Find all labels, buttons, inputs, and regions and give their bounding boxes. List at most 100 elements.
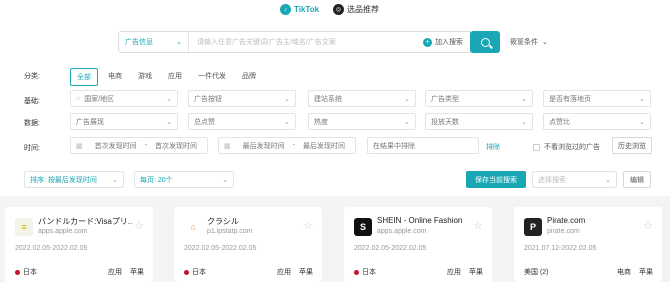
ad-button-select-label: 广告按钮 xyxy=(194,95,222,103)
site-system-select[interactable]: 建站系统 ⌄ xyxy=(308,90,416,107)
app-logo-icon: ⌂ xyxy=(184,218,202,236)
favorite-star-icon[interactable]: ☆ xyxy=(134,219,144,232)
search-input[interactable]: 请输入任意广告关键词/广告主/域名/广告文案 xyxy=(189,32,423,52)
search-row: 广告信息 ⌄ 请输入任意广告关键词/广告主/域名/广告文案 + 加入搜索 筱筐条… xyxy=(118,31,548,53)
product-selection-label: 选品推荐 xyxy=(347,5,380,14)
checkbox-box xyxy=(533,143,540,151)
saved-search-select[interactable]: 选择搜索 ⌄ xyxy=(532,171,617,188)
advanced-filter-toggle[interactable]: 筱筐条件 ⌄ xyxy=(510,37,548,47)
ad-domain: pirate.com xyxy=(547,228,580,235)
chevron-down-icon: ⌄ xyxy=(404,118,410,126)
ad-type-select[interactable]: 广告类型 ⌄ xyxy=(425,90,533,107)
last-seen-range[interactable]: ▦ 最后发现时间 - 最后发现时间 xyxy=(218,137,356,154)
search-type-select[interactable]: 广告信息 ⌄ xyxy=(119,32,189,52)
country-label: 日本 xyxy=(192,269,206,276)
chevron-down-icon: ⌄ xyxy=(639,95,645,103)
ad-card[interactable]: ⌂ クラシル p1.ipstatp.com ☆ 2022.02.05-2022.… xyxy=(174,207,322,282)
sort-select-label: 排序: 按最后发现时间 xyxy=(30,176,97,184)
favorite-star-icon[interactable]: ☆ xyxy=(643,219,653,232)
product-selection-tab[interactable]: ◎ 选品推荐 xyxy=(333,4,379,15)
category-tab-ecommerce[interactable]: 电商 xyxy=(102,68,128,86)
basic-label: 基础: xyxy=(24,98,40,105)
search-input-box: 广告信息 ⌄ 请输入任意广告关键词/广告主/域名/广告文案 + 加入搜索 xyxy=(118,31,472,53)
ad-country: 美国 (2) xyxy=(524,267,549,277)
category-tab-all[interactable]: 全部 xyxy=(70,68,98,86)
japan-flag-icon xyxy=(15,269,20,275)
save-search-button[interactable]: 保存当前搜索 xyxy=(466,171,526,188)
ad-card[interactable]: ≡ パンドルカード:Visaプリ... apps.apple.com ☆ 202… xyxy=(5,207,153,282)
impressions-select[interactable]: 广告展现 ⌄ xyxy=(70,113,178,130)
data-label: 数据: xyxy=(24,120,40,127)
exclude-input[interactable]: 在结果中排除 xyxy=(367,137,479,154)
calendar-icon: ▦ xyxy=(224,142,231,150)
chevron-down-icon: ⌄ xyxy=(639,118,645,126)
page-size-select[interactable]: 每页: 20个 ⌄ xyxy=(134,171,234,188)
ad-tag: 应用 xyxy=(108,269,122,276)
heat-select-label: 热度 xyxy=(314,118,328,126)
search-icon xyxy=(480,37,490,47)
ad-card[interactable]: P Pirate.com pirate.com ☆ 2021.07.12-202… xyxy=(514,207,662,282)
favorite-star-icon[interactable]: ☆ xyxy=(473,219,483,232)
platform-label: 苹果 xyxy=(130,269,144,276)
search-panel: ♪ TikTok ◎ 选品推荐 广告信息 ⌄ 请输入任意广告关键词/广告主/域名… xyxy=(0,0,670,196)
app-logo-icon: P xyxy=(524,218,542,236)
ad-country: 日本 xyxy=(184,267,206,277)
chevron-down-icon: ⌄ xyxy=(166,118,172,126)
likes-select[interactable]: 总点赞 ⌄ xyxy=(188,113,296,130)
category-tab-dropshipping[interactable]: 一件代发 xyxy=(192,68,232,86)
search-button[interactable] xyxy=(470,31,500,53)
likes-select-label: 总点赞 xyxy=(194,118,215,126)
favorite-star-icon[interactable]: ☆ xyxy=(303,219,313,232)
add-to-search-button[interactable]: + 加入搜索 xyxy=(423,32,471,52)
ad-tag: 电商 xyxy=(617,269,631,276)
chevron-down-icon: ⌄ xyxy=(284,95,290,103)
ad-title: Pirate.com xyxy=(547,216,586,225)
first-seen-start: 首次发现时间 xyxy=(94,142,137,150)
exclude-button[interactable]: 排除 xyxy=(486,142,500,152)
ad-country: 日本 xyxy=(15,267,37,277)
country-select-label: 国家/地区 xyxy=(84,95,115,103)
hide-browsed-checkbox[interactable]: 不看浏览过的广告 xyxy=(533,142,600,152)
calendar-icon: ▦ xyxy=(76,142,83,150)
ad-tag: 应用 xyxy=(447,269,461,276)
platform-label: 苹果 xyxy=(639,269,653,276)
ad-domain: apps.apple.com xyxy=(377,228,427,235)
history-button[interactable]: 历史浏览 xyxy=(612,137,652,154)
sort-select[interactable]: 排序: 按最后发现时间 ⌄ xyxy=(24,171,124,188)
category-tabs: 全部 电商 游戏 应用 一件代发 品牌 xyxy=(70,68,262,86)
heat-select[interactable]: 热度 ⌄ xyxy=(308,113,416,130)
tiktok-logo-icon: ♪ xyxy=(280,4,291,15)
country-select[interactable]: ⌂ 国家/地区 ⌄ xyxy=(70,90,178,107)
country-label: 日本 xyxy=(362,269,376,276)
ad-card[interactable]: S SHEIN - Online Fashion apps.apple.com … xyxy=(344,207,492,282)
saved-search-placeholder: 选择搜索 xyxy=(538,176,566,184)
chevron-down-icon: ⌄ xyxy=(222,176,228,184)
landing-page-select[interactable]: 是否有落地页 ⌄ xyxy=(543,90,651,107)
first-seen-range[interactable]: ▦ 首次发现时间 - 首次发现时间 xyxy=(70,137,208,154)
app-logo-icon: ≡ xyxy=(15,218,33,236)
category-tab-brand[interactable]: 品牌 xyxy=(236,68,262,86)
japan-flag-icon xyxy=(184,269,189,275)
ad-tag: 应用 xyxy=(277,269,291,276)
run-days-select[interactable]: 投放天数 ⌄ xyxy=(425,113,533,130)
like-ratio-select-label: 点赞比 xyxy=(549,118,570,126)
time-label: 时间: xyxy=(24,145,40,152)
ad-title: パンドルカード:Visaプリ... xyxy=(38,217,133,226)
location-icon: ⌂ xyxy=(76,95,81,102)
landing-page-select-label: 是否有落地页 xyxy=(549,95,591,103)
ad-domain: p1.ipstatp.com xyxy=(207,228,253,235)
page-size-label: 每页: 20个 xyxy=(140,176,173,184)
tiktok-tab[interactable]: ♪ TikTok xyxy=(280,4,319,15)
plus-icon: + xyxy=(423,37,432,47)
like-ratio-select[interactable]: 点赞比 ⌄ xyxy=(543,113,651,130)
platform-label: 苹果 xyxy=(299,269,313,276)
search-type-value: 广告信息 xyxy=(125,39,153,46)
chevron-down-icon: ⌄ xyxy=(166,95,172,103)
category-tab-game[interactable]: 游戏 xyxy=(132,68,158,86)
ad-title: SHEIN - Online Fashion xyxy=(377,216,463,225)
edit-button[interactable]: 编辑 xyxy=(623,171,651,188)
chevron-down-icon: ⌄ xyxy=(404,95,410,103)
ad-button-select[interactable]: 广告按钮 ⌄ xyxy=(188,90,296,107)
country-label: 日本 xyxy=(23,269,37,276)
category-tab-app[interactable]: 应用 xyxy=(162,68,188,86)
